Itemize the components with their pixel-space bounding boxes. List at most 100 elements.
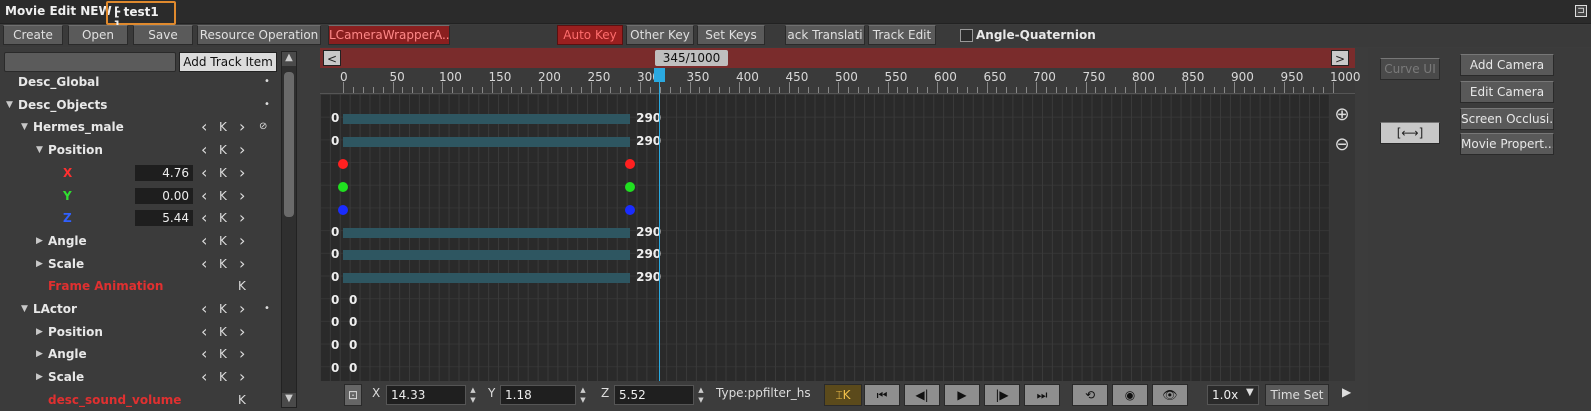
axis-value-field[interactable]: 0.00: [135, 187, 193, 204]
curve-ui-button[interactable]: Curve UI: [1380, 58, 1440, 80]
next-key-icon[interactable]: ›: [239, 162, 245, 184]
set-key-icon[interactable]: K: [219, 366, 227, 388]
prev-key-icon[interactable]: ‹: [201, 185, 207, 207]
track-key-range[interactable]: [343, 272, 631, 283]
set-key-icon[interactable]: K: [219, 298, 227, 320]
timeline-prev-icon[interactable]: <: [323, 50, 341, 66]
open-button[interactable]: Open: [68, 25, 128, 45]
save-button[interactable]: Save: [133, 25, 193, 45]
add-camera-button[interactable]: Add Camera: [1460, 54, 1554, 76]
next-key-icon[interactable]: ›: [239, 116, 245, 138]
prev-key-icon[interactable]: ‹: [201, 230, 207, 252]
visibility-dot-icon[interactable]: •: [264, 94, 270, 116]
visibility-dot-icon[interactable]: •: [264, 298, 270, 320]
track-key-range[interactable]: [343, 250, 631, 261]
keyframe-dot[interactable]: [625, 159, 636, 170]
frame-ruler[interactable]: 0 50 100 150 200 250 300 350 400 450 500 550 600 650 7…: [320, 68, 1361, 94]
set-key-icon[interactable]: K: [219, 253, 227, 275]
prev-key-icon[interactable]: ‹: [201, 366, 207, 388]
set-key-icon[interactable]: K: [238, 389, 246, 411]
collapse-arrow-icon[interactable]: ▼: [21, 116, 28, 138]
next-key-icon[interactable]: ›: [239, 343, 245, 365]
preview-eye-icon[interactable]: 👁: [1152, 384, 1188, 406]
record-icon[interactable]: ◉: [1112, 384, 1148, 406]
angle-quaternion-checkbox[interactable]: [960, 29, 973, 42]
set-key-icon[interactable]: K: [219, 162, 227, 184]
playhead-handle[interactable]: [654, 68, 665, 82]
tree-row[interactable]: X 4.76 ‹ K ›: [0, 162, 278, 184]
prev-key-icon[interactable]: ‹: [201, 207, 207, 229]
fit-view-icon[interactable]: [⟷]: [1380, 122, 1440, 144]
resource-operation-button[interactable]: Resource Operation: [197, 25, 321, 45]
keyframe-dot[interactable]: [625, 204, 636, 215]
tree-row[interactable]: Z 5.44 ‹ K ›: [0, 207, 278, 229]
tree-scrollbar[interactable]: ▲ ▼: [281, 51, 297, 408]
edit-camera-button[interactable]: Edit Camera: [1460, 81, 1554, 103]
track-translation-button[interactable]: ack Translati: [785, 25, 865, 45]
keyframe-dot[interactable]: [338, 204, 348, 215]
set-key-icon[interactable]: K: [219, 116, 227, 138]
prev-key-icon[interactable]: ‹: [201, 298, 207, 320]
tree-row[interactable]: ▶ Scale ‹ K ›: [0, 366, 278, 388]
go-to-end-icon[interactable]: ⏭: [1024, 384, 1060, 406]
track-key-range[interactable]: [343, 136, 631, 147]
set-key-icon[interactable]: K: [219, 230, 227, 252]
prev-key-icon[interactable]: ‹: [201, 162, 207, 184]
tree-row[interactable]: Frame Animation K: [0, 275, 278, 297]
tree-row[interactable]: ▼ Hermes_male ‹ K › ⊘: [0, 116, 278, 138]
timeline-scrub-bar[interactable]: < 345/1000 >: [320, 48, 1355, 68]
next-key-icon[interactable]: ›: [239, 253, 245, 275]
set-key-icon[interactable]: K: [238, 275, 246, 297]
tree-row[interactable]: Desc_Global •: [0, 71, 278, 93]
track-key-range[interactable]: [343, 227, 631, 238]
speed-dropdown-icon[interactable]: ▼: [1246, 387, 1254, 398]
x-position-input[interactable]: 14.33: [386, 385, 466, 405]
zoom-out-icon[interactable]: ⊖: [1331, 134, 1353, 156]
tree-row[interactable]: ▶ Angle ‹ K ›: [0, 230, 278, 252]
y-spinner-icon[interactable]: ▲ ▼: [577, 385, 589, 405]
auto-key-button[interactable]: Auto Key: [557, 25, 623, 45]
tree-row[interactable]: ▶ Scale ‹ K ›: [0, 253, 278, 275]
prev-frame-icon[interactable]: ◀|: [904, 384, 940, 406]
axis-value-field[interactable]: 5.44: [135, 210, 193, 227]
set-key-icon[interactable]: K: [219, 207, 227, 229]
z-spinner-icon[interactable]: ▲ ▼: [695, 385, 707, 405]
z-position-input[interactable]: 5.52: [614, 385, 694, 405]
tree-row[interactable]: ▶ Position ‹ K ›: [0, 321, 278, 343]
other-key-button[interactable]: Other Key: [626, 25, 694, 45]
prev-key-icon[interactable]: ‹: [201, 116, 207, 138]
camera-wrapper-button[interactable]: LCameraWrapperA...: [328, 25, 450, 45]
document-tab[interactable]: [ test1 ]: [106, 1, 176, 33]
keyframe-dot[interactable]: [625, 182, 636, 193]
collapse-arrow-icon[interactable]: ▼: [6, 94, 13, 116]
scroll-up-icon[interactable]: ▲: [282, 52, 296, 66]
track-key-range[interactable]: [343, 114, 631, 124]
set-key-icon[interactable]: K: [219, 185, 227, 207]
tree-row[interactable]: ▼ Position ‹ K ›: [0, 139, 278, 161]
track-grid[interactable]: 029002900290029002900000000000: [320, 94, 1330, 397]
prev-key-icon[interactable]: ‹: [201, 321, 207, 343]
next-key-icon[interactable]: ›: [239, 298, 245, 320]
prev-key-icon[interactable]: ‹: [201, 139, 207, 161]
y-position-input[interactable]: 1.18: [500, 385, 576, 405]
create-button[interactable]: Create: [3, 25, 63, 45]
track-search-input[interactable]: [4, 52, 176, 72]
prev-key-icon[interactable]: ‹: [201, 253, 207, 275]
expand-arrow-icon[interactable]: ▶: [36, 253, 43, 275]
prev-key-icon[interactable]: ‹: [201, 343, 207, 365]
scroll-down-icon[interactable]: ▼: [282, 393, 296, 407]
scroll-thumb[interactable]: [284, 72, 294, 217]
x-spinner-icon[interactable]: ▲ ▼: [467, 385, 479, 405]
expand-arrow-icon[interactable]: ▶: [36, 366, 43, 388]
set-key-icon[interactable]: K: [219, 139, 227, 161]
go-to-start-icon[interactable]: ⏮: [864, 384, 900, 406]
tree-row[interactable]: Y 0.00 ‹ K ›: [0, 185, 278, 207]
play-icon[interactable]: ▶: [944, 384, 980, 406]
dock-pin-icon[interactable]: ⊐: [1575, 5, 1587, 17]
tree-row[interactable]: ▼ Desc_Objects •: [0, 94, 278, 116]
lock-icon[interactable]: ⊡: [344, 384, 362, 406]
zoom-in-icon[interactable]: ⊕: [1331, 104, 1353, 126]
next-key-icon[interactable]: ›: [239, 230, 245, 252]
next-key-icon[interactable]: ›: [239, 207, 245, 229]
tree-row[interactable]: ▼ LActor ‹ K › •: [0, 298, 278, 320]
